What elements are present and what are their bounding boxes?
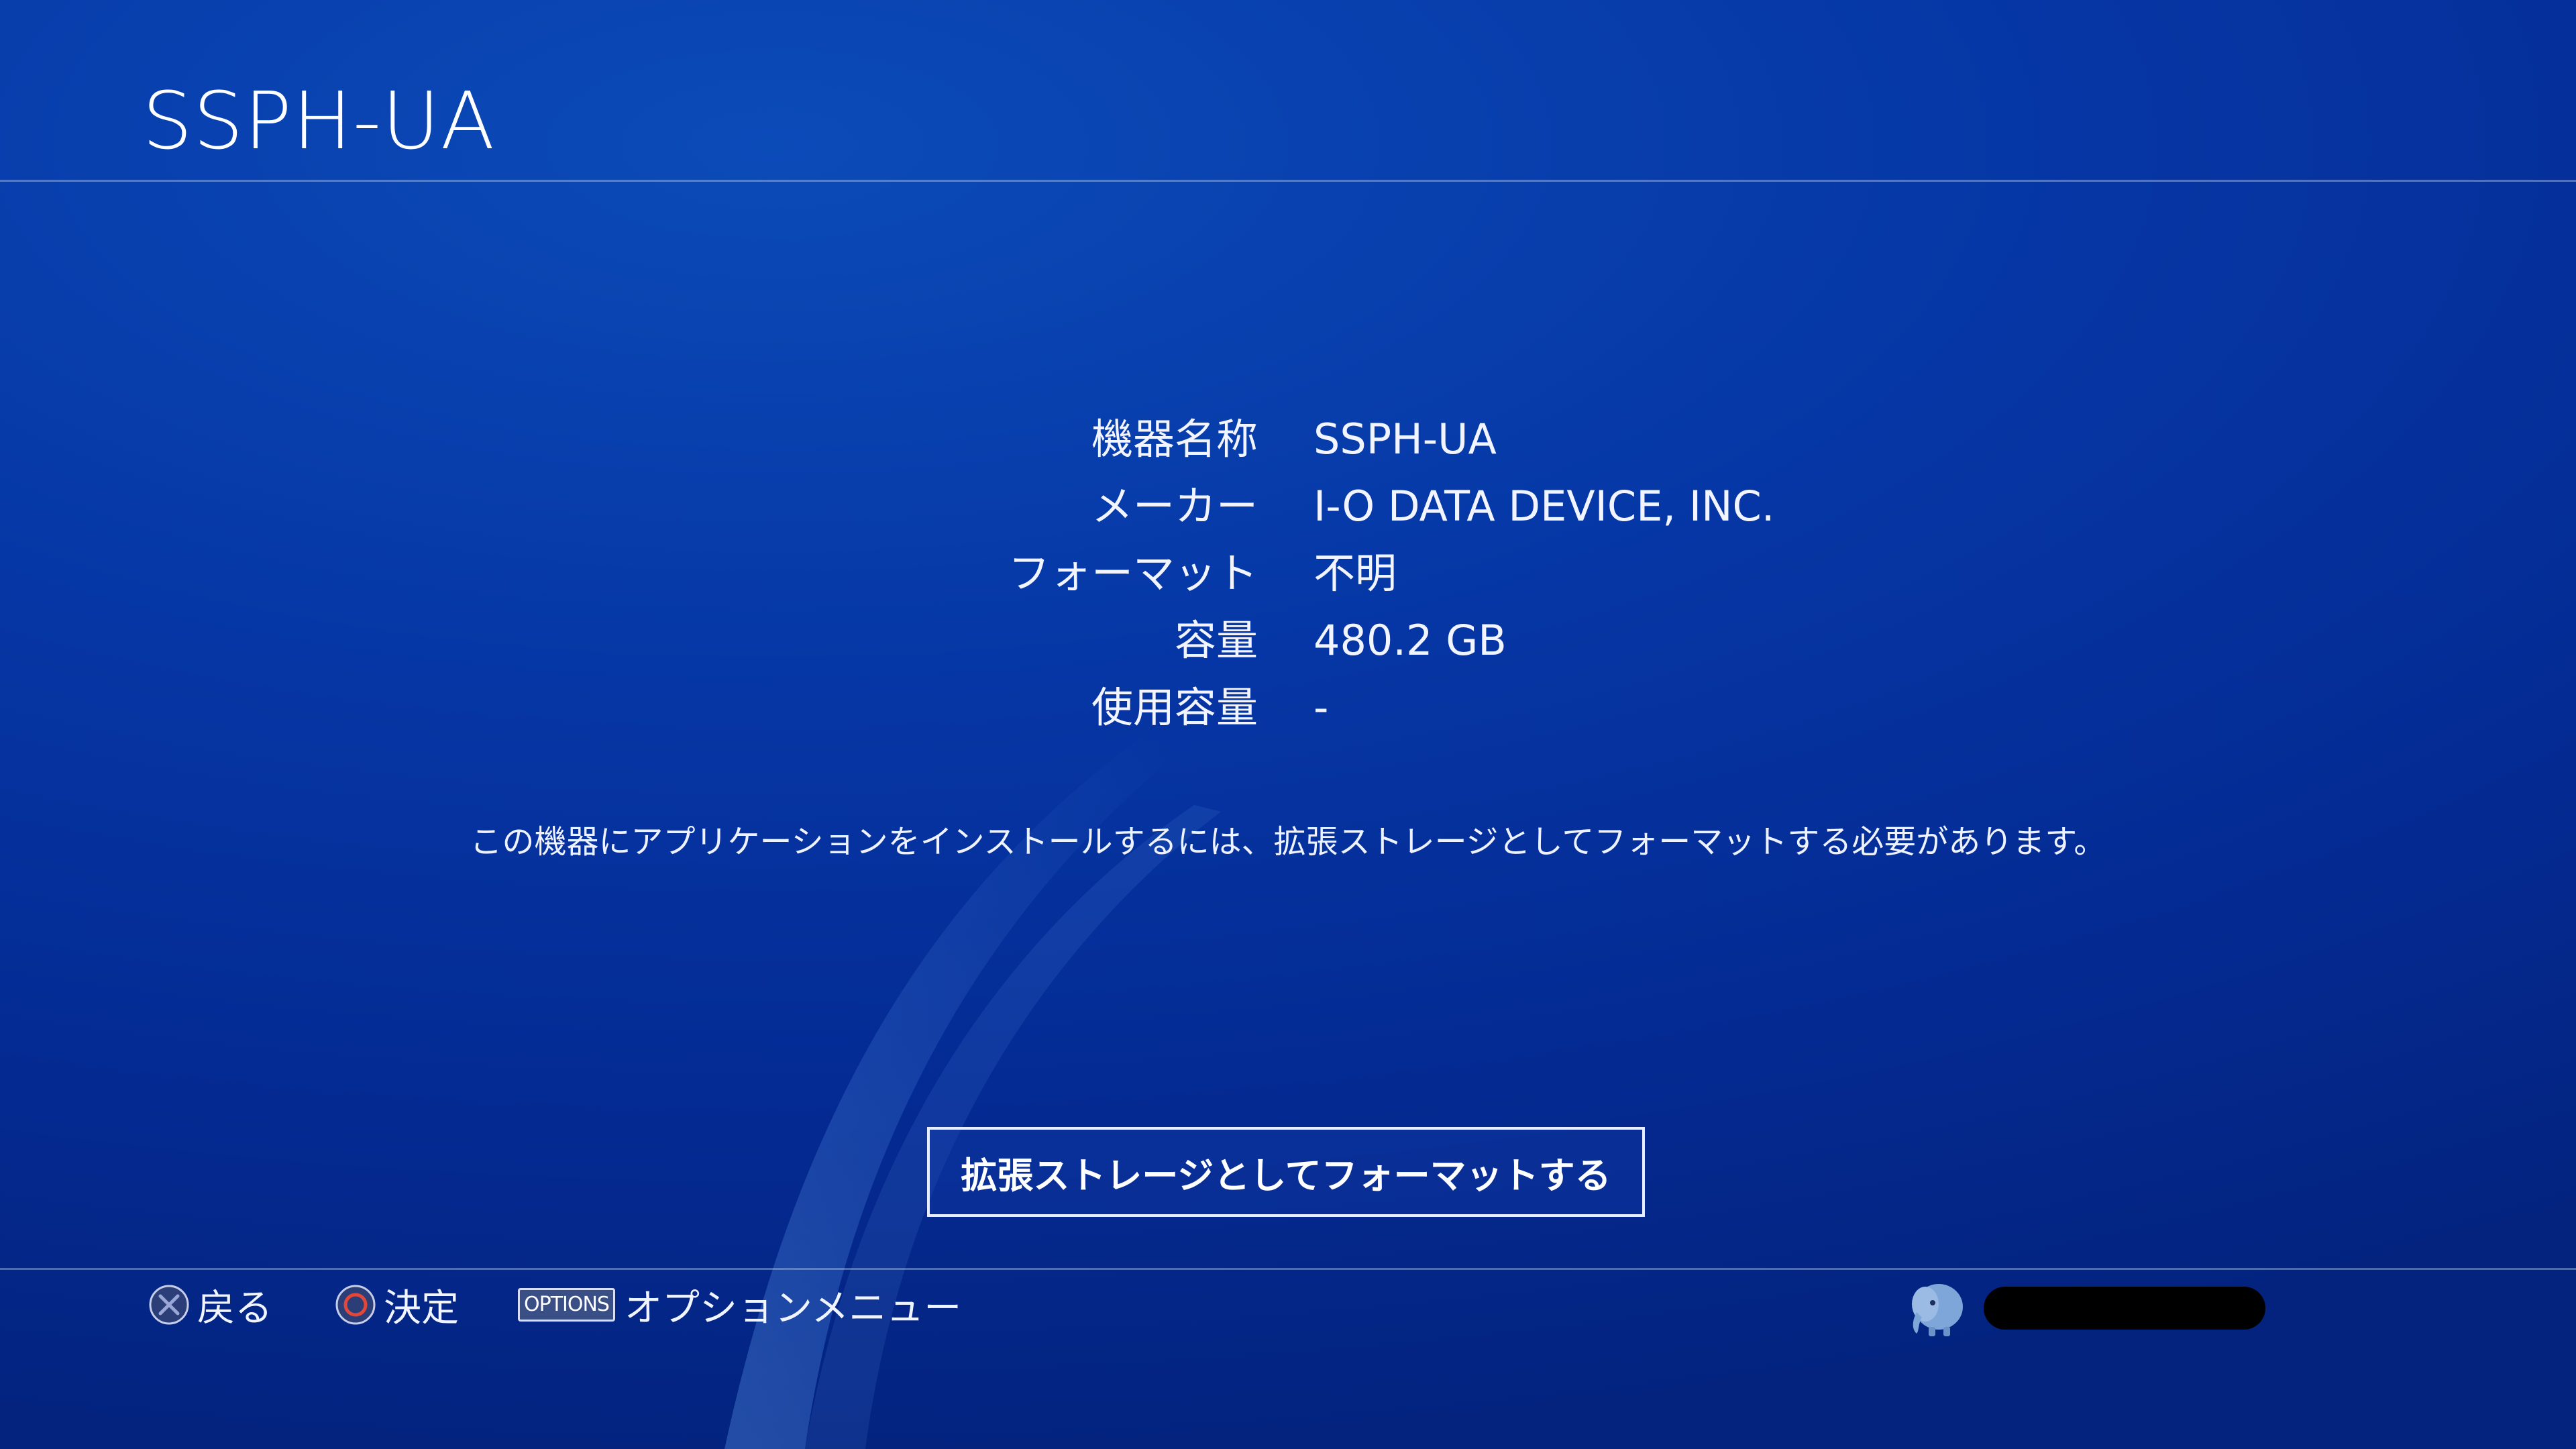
header-divider (0, 180, 2576, 182)
circle-button-icon (334, 1283, 377, 1326)
info-label: 容量 (1174, 616, 1258, 665)
user-info (1902, 1271, 2265, 1345)
page-title: SSPH-UA (142, 74, 496, 167)
options-button-icon: OPTIONS (518, 1288, 615, 1322)
info-value: 不明 (1313, 549, 1397, 598)
info-value: - (1313, 683, 1329, 732)
hint-confirm-label: 決定 (384, 1286, 459, 1330)
info-row-manufacturer: メーカー I-O DATA DEVICE, INC. (0, 473, 2576, 540)
format-required-note: この機器にアプリケーションをインストールするには、拡張ストレージとしてフォーマッ… (470, 823, 2106, 861)
info-label: 使用容量 (1091, 683, 1258, 732)
info-value: SSPH-UA (1313, 415, 1497, 464)
format-as-extended-storage-button[interactable]: 拡張ストレージとしてフォーマットする (927, 1127, 1645, 1217)
info-label: メーカー (1091, 482, 1258, 531)
elephant-avatar-icon (1902, 1273, 1969, 1343)
info-value: I-O DATA DEVICE, INC. (1313, 482, 1775, 531)
hint-back-label: 戻る (197, 1286, 272, 1330)
info-label: 機器名称 (1091, 415, 1258, 464)
hint-options-menu[interactable]: OPTIONS オプションメニュー (518, 1275, 961, 1335)
info-row-device-name: 機器名称 SSPH-UA (0, 406, 2576, 473)
hint-confirm[interactable]: 決定 (334, 1275, 459, 1335)
info-row-used-capacity: 使用容量 - (0, 674, 2576, 741)
cross-button-icon (148, 1283, 191, 1326)
hint-options-label: オプションメニュー (624, 1286, 962, 1330)
info-row-capacity: 容量 480.2 GB (0, 607, 2576, 674)
footer-divider (0, 1268, 2576, 1270)
info-label: フォーマット (1008, 549, 1258, 598)
info-value: 480.2 GB (1313, 616, 1507, 665)
hint-back[interactable]: 戻る (148, 1275, 272, 1335)
info-row-format: フォーマット 不明 (0, 540, 2576, 607)
redacted-username (1984, 1287, 2265, 1330)
